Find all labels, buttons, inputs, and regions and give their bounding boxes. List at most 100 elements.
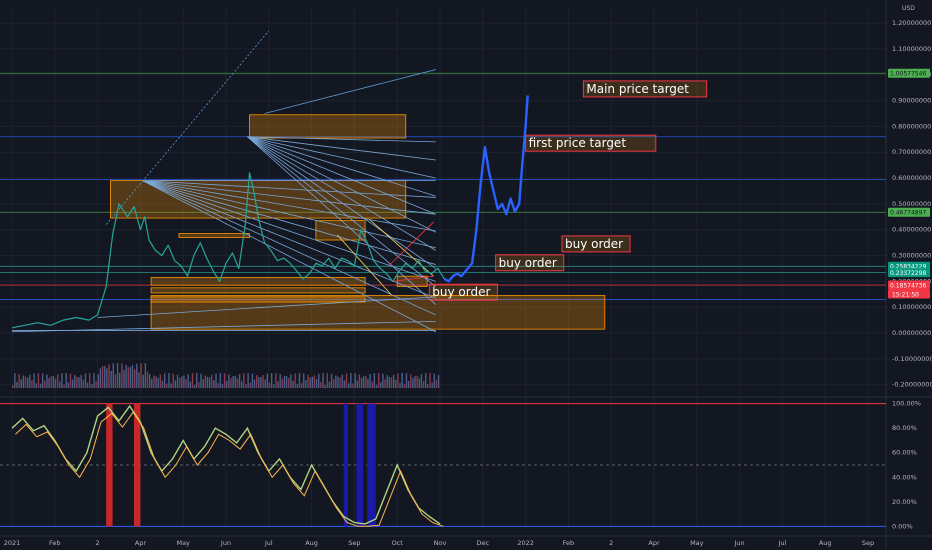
- volume-bar: [290, 374, 292, 388]
- volume-bar: [358, 374, 361, 388]
- volume-bar: [196, 373, 198, 388]
- volume-bar: [399, 382, 401, 388]
- volume-bar: [123, 369, 125, 388]
- volume-bar: [384, 379, 386, 388]
- price-tick-label: 0.80000000: [892, 122, 931, 130]
- volume-bar: [270, 373, 273, 388]
- osc-tick-label: 0.00%: [892, 522, 913, 530]
- volume-bar: [307, 374, 309, 388]
- volume-bar: [234, 375, 236, 388]
- volume-bar: [71, 379, 74, 388]
- volume-bar: [266, 373, 269, 388]
- volume-bar: [178, 377, 181, 388]
- volume-bar: [183, 375, 185, 388]
- volume-bar: [33, 373, 35, 388]
- time-tick-label: Aug: [305, 539, 318, 547]
- time-tick-label: Jul: [777, 539, 786, 547]
- price-tick-label: 0.40000000: [892, 226, 931, 234]
- volume-bar: [223, 373, 226, 388]
- volume-bar: [318, 373, 320, 388]
- zone-box[interactable]: [150, 287, 366, 294]
- price-tick-label: 0.50000000: [892, 200, 931, 208]
- volume-bar: [187, 373, 189, 388]
- volume-bar: [247, 373, 249, 388]
- annotation-label: buy order: [499, 256, 557, 270]
- volume-bar: [44, 380, 46, 388]
- volume-bar: [324, 384, 326, 388]
- annotation-label: buy order: [432, 285, 490, 299]
- volume-bar: [294, 373, 296, 388]
- volume-bar: [114, 374, 117, 388]
- volume-bar: [193, 384, 196, 388]
- volume-bar: [159, 374, 162, 388]
- volume-bar: [202, 379, 204, 388]
- volume-bar: [12, 385, 14, 388]
- osc-tick-label: 100.00%: [892, 400, 921, 408]
- volume-bar: [315, 379, 318, 388]
- volume-bar: [106, 368, 108, 388]
- volume-bar: [119, 372, 121, 388]
- volume-bar: [298, 373, 301, 388]
- volume-bar: [281, 378, 284, 388]
- price-tick-label: 0.70000000: [892, 148, 931, 156]
- volume-bar: [112, 363, 114, 388]
- volume-bar: [22, 375, 25, 388]
- volume-bar: [144, 363, 147, 388]
- volume-bar: [59, 381, 61, 388]
- zone-box[interactable]: [178, 233, 250, 238]
- time-axis[interactable]: 2021 Feb 2 Apr May Jun Jul Aug Sep Oct Nov Dec 2022 F…: [4, 539, 874, 547]
- price-tick-label: 0.90000000: [892, 97, 931, 105]
- volume-bar: [69, 373, 72, 388]
- volume-bar: [155, 376, 157, 388]
- volume-bar: [369, 374, 371, 388]
- volume-bar: [99, 368, 102, 388]
- volume-bar: [390, 377, 393, 388]
- price-tick-label: -0.20000000: [892, 381, 932, 389]
- volume-bar: [425, 373, 427, 388]
- volume-bar: [24, 376, 27, 388]
- volume-bar: [153, 375, 155, 388]
- volume-bar: [371, 381, 373, 388]
- time-tick-label: 2: [609, 539, 613, 547]
- volume-bar: [39, 383, 42, 388]
- time-tick-label: Feb: [49, 539, 61, 547]
- time-tick-label: Jul: [264, 539, 273, 547]
- osc-tick-label: 20.00%: [892, 498, 917, 506]
- volume-bar: [35, 383, 37, 388]
- volume-bar: [54, 378, 57, 388]
- volume-bar: [93, 373, 95, 388]
- volume-bar: [412, 378, 414, 388]
- volume-bar: [76, 376, 78, 388]
- osc-red-bar: [106, 403, 113, 527]
- volume-bar: [131, 365, 134, 388]
- trading-chart[interactable]: Main price target first price target buy o…: [0, 0, 932, 550]
- price-tick-label: 0.00000000: [892, 329, 931, 337]
- volume-bar: [41, 373, 44, 388]
- price-tick-label: 0.10000000: [892, 303, 931, 311]
- volume-bar: [181, 376, 183, 388]
- zone-box[interactable]: [249, 114, 407, 139]
- volume-bar: [296, 383, 299, 388]
- volume-bar: [146, 371, 149, 388]
- volume-bar: [211, 374, 213, 388]
- annotation-label: buy order: [565, 237, 623, 251]
- time-tick-label: Feb: [563, 539, 575, 547]
- volume-bar: [275, 373, 277, 388]
- volume-bar: [136, 363, 138, 388]
- volume-bar: [228, 374, 230, 388]
- time-tick-label: Oct: [392, 539, 404, 547]
- volume-bar: [328, 381, 331, 388]
- volume-bar: [163, 373, 166, 388]
- volume-bar: [382, 373, 384, 388]
- volume-bar: [29, 374, 31, 388]
- volume-bar: [219, 373, 221, 388]
- volume-bar: [65, 373, 67, 388]
- volume-bar: [356, 380, 358, 388]
- time-tick-label: Jun: [734, 539, 745, 547]
- volume-bar: [166, 383, 168, 388]
- price-tick-label: 1.20000000: [892, 19, 931, 27]
- volume-bar: [388, 376, 391, 388]
- price-tick-label: -0.10000000: [892, 355, 932, 363]
- volume-bar: [365, 375, 367, 388]
- volume-bar: [305, 380, 307, 388]
